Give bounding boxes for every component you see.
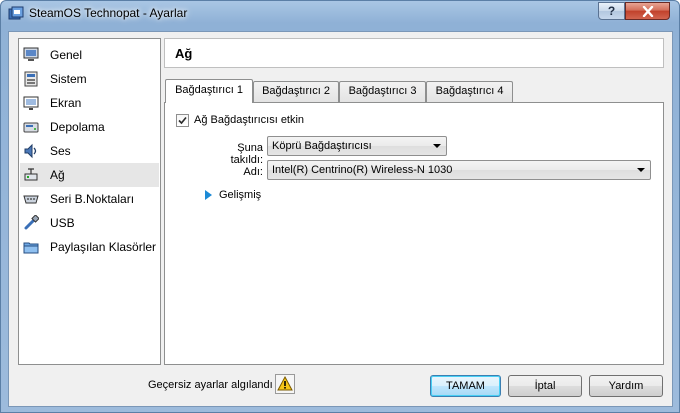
folder-icon xyxy=(23,242,39,254)
sidebar-item-label: Genel xyxy=(50,48,83,62)
adapter-enabled-checkbox[interactable] xyxy=(176,114,189,127)
sidebar-item-label: USB xyxy=(50,216,75,230)
expand-triangle-icon xyxy=(205,190,212,200)
advanced-label: Gelişmiş xyxy=(219,189,262,201)
checkmark-icon xyxy=(178,116,187,125)
sidebar-item-seri-b-noktalari[interactable]: Seri B.Noktaları xyxy=(20,187,159,211)
virtualbox-app-icon xyxy=(8,6,24,20)
settings-window: SteamOS Technopat - Ayarlar ? Genel Sist… xyxy=(0,0,680,413)
chip-icon xyxy=(24,71,38,87)
adapter-name-select[interactable]: Intel(R) Centrino(R) Wireless-N 1030 xyxy=(267,160,651,180)
sidebar-item-label: Sistem xyxy=(50,72,87,86)
sidebar-item-depolama[interactable]: Depolama xyxy=(20,115,159,139)
usb-icon xyxy=(24,215,39,230)
adapter-enabled-label[interactable]: Ağ Bağdaştırıcısı etkin xyxy=(194,114,304,126)
close-button[interactable] xyxy=(625,2,670,20)
tab-adapter-2[interactable]: Bağdaştırıcı 2 xyxy=(253,81,339,102)
sidebar-item-sistem[interactable]: Sistem xyxy=(20,67,159,91)
title-help-button[interactable]: ? xyxy=(598,2,625,20)
advanced-expander[interactable]: Gelişmiş xyxy=(205,189,261,201)
settings-category-list: Genel Sistem Ekran Depolama Ses Ağ Seri … xyxy=(18,38,161,365)
sidebar-item-ekran[interactable]: Ekran xyxy=(20,91,159,115)
help-button[interactable]: Yardım xyxy=(589,375,663,397)
serial-port-icon xyxy=(23,195,39,204)
speaker-icon xyxy=(24,143,37,159)
name-label: Adı: xyxy=(243,166,263,178)
tab-adapter-4[interactable]: Bağdaştırıcı 4 xyxy=(426,81,513,102)
display-icon xyxy=(23,96,39,110)
attached-to-label: Şuna takıldı: xyxy=(230,142,263,166)
disk-icon xyxy=(23,122,39,133)
chevron-down-icon xyxy=(433,144,441,148)
warning-button[interactable] xyxy=(275,374,295,394)
dialog-client-area: Genel Sistem Ekran Depolama Ses Ağ Seri … xyxy=(8,31,673,407)
sidebar-item-ses[interactable]: Ses xyxy=(20,139,159,163)
sidebar-item-label: Paylaşılan Klasörler xyxy=(50,240,157,254)
monitor-icon xyxy=(23,47,39,61)
sidebar-item-label: Ekran xyxy=(50,96,82,110)
sidebar-item-genel[interactable]: Genel xyxy=(20,43,159,67)
page-heading-box: Ağ xyxy=(164,38,664,68)
page-title: Ağ xyxy=(175,46,193,61)
network-icon xyxy=(24,168,38,181)
sidebar-item-label: Seri B.Noktaları xyxy=(50,192,135,206)
title-bar[interactable]: SteamOS Technopat - Ayarlar ? xyxy=(1,1,679,27)
sidebar-item-usb[interactable]: USB xyxy=(20,211,159,235)
cancel-button[interactable]: İptal xyxy=(508,375,582,397)
window-title: SteamOS Technopat - Ayarlar xyxy=(29,6,188,20)
attached-to-value: Köprü Bağdaştırıcısı xyxy=(272,140,372,152)
warning-icon xyxy=(277,375,293,391)
close-icon xyxy=(642,5,653,18)
invalid-settings-warning-text: Geçersiz ayarlar algılandı xyxy=(148,379,273,391)
tab-adapter-1[interactable]: Bağdaştırıcı 1 xyxy=(165,79,253,103)
adapter-tab-panel: Ağ Bağdaştırıcısı etkin Şuna takıldı: Kö… xyxy=(164,102,664,365)
sidebar-item-label: Depolama xyxy=(50,120,105,134)
sidebar-item-paylasilan-klasorler[interactable]: Paylaşılan Klasörler xyxy=(20,235,159,259)
tab-adapter-3[interactable]: Bağdaştırıcı 3 xyxy=(339,81,426,102)
ok-button[interactable]: TAMAM xyxy=(430,375,501,397)
chevron-down-icon xyxy=(637,168,645,172)
sidebar-item-label: Ses xyxy=(50,144,71,158)
sidebar-item-ag[interactable]: Ağ xyxy=(20,163,159,187)
attached-to-select[interactable]: Köprü Bağdaştırıcısı xyxy=(267,136,447,156)
adapter-name-value: Intel(R) Centrino(R) Wireless-N 1030 xyxy=(272,164,453,176)
sidebar-item-label: Ağ xyxy=(50,168,65,182)
